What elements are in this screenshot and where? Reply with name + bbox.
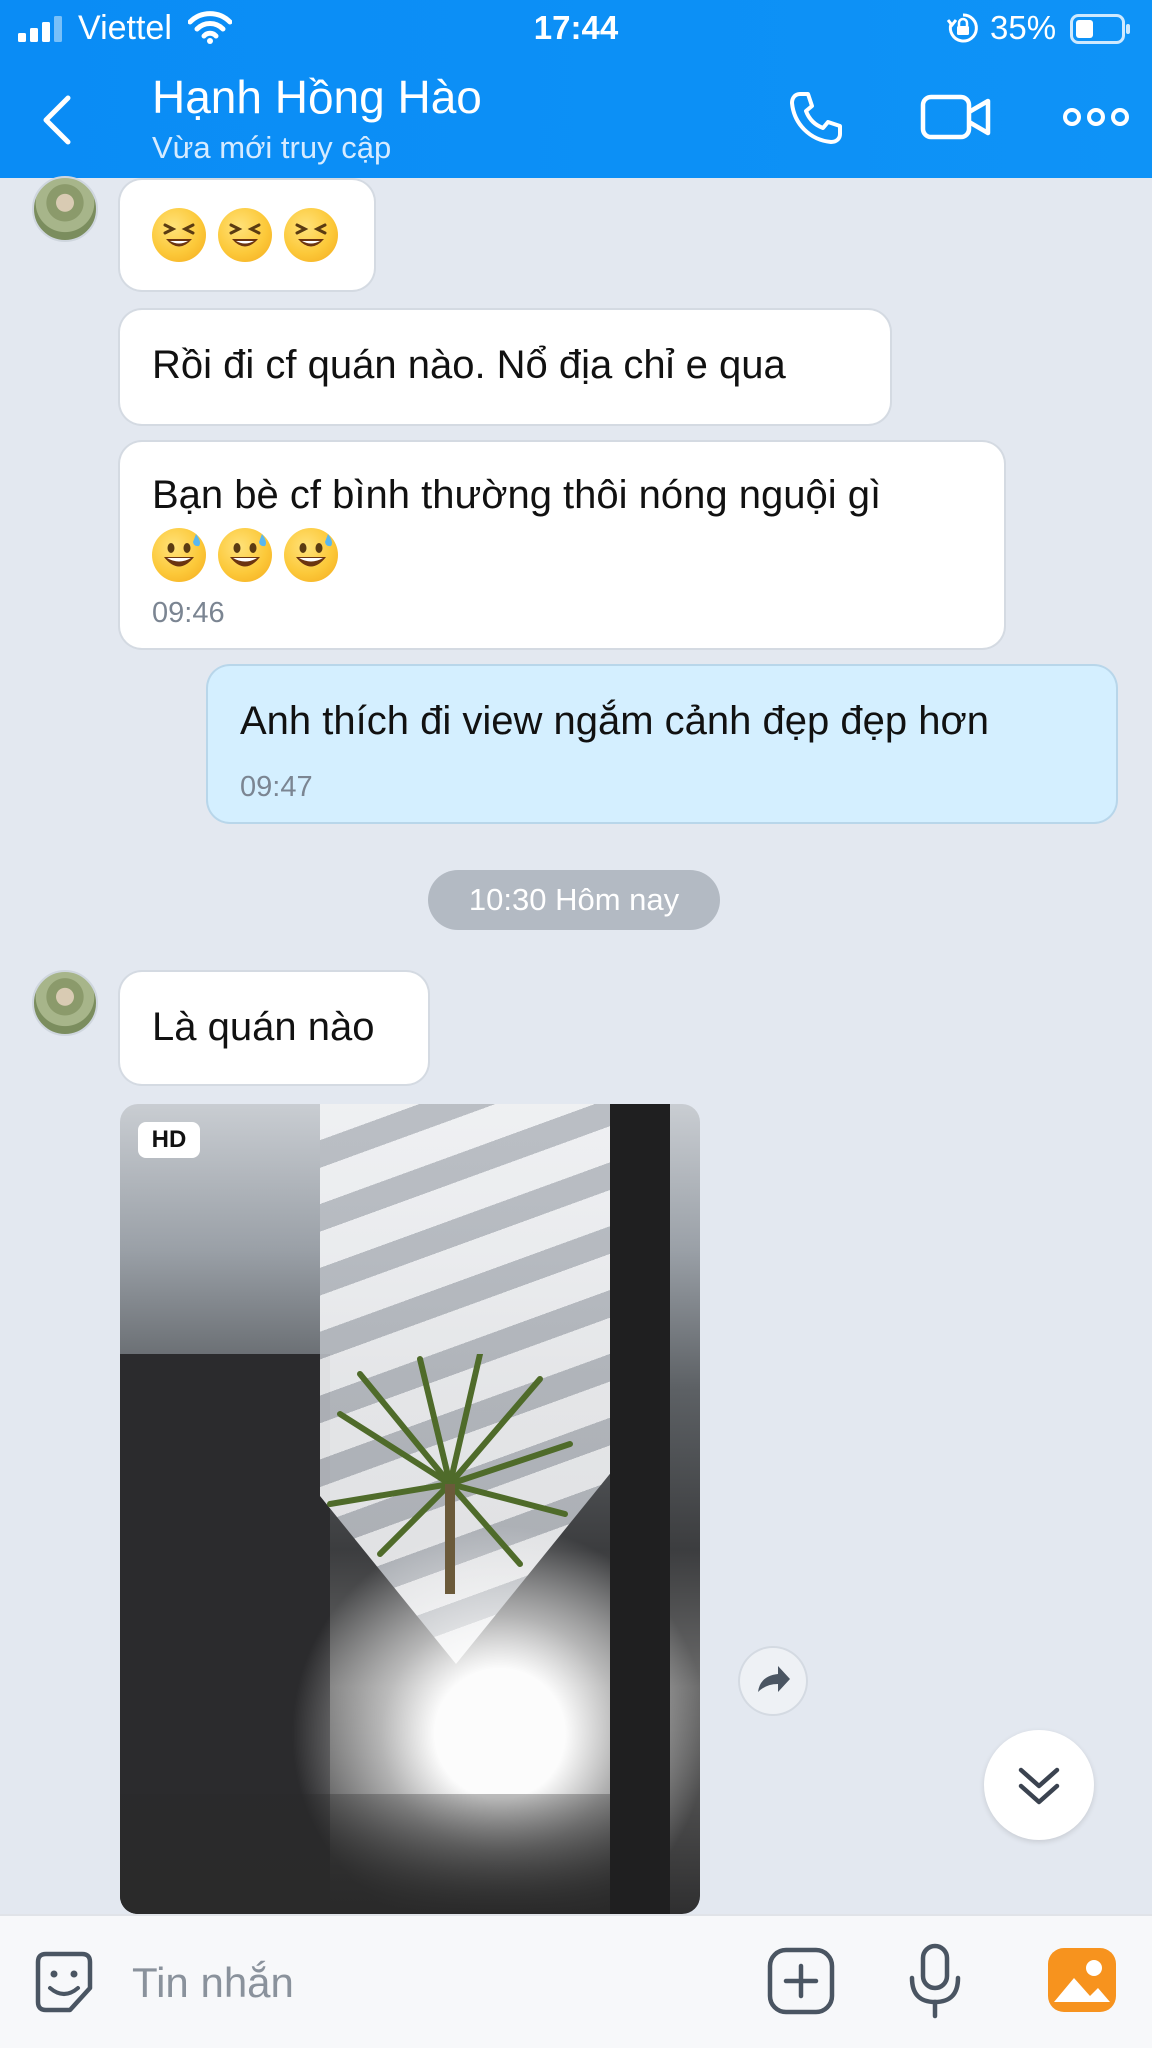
forward-button[interactable] xyxy=(740,1648,806,1714)
my-message-bubble[interactable]: Anh thích đi view ngắm cảnh đẹp đẹp hơn … xyxy=(208,666,1116,822)
sticker-smiley-icon[interactable] xyxy=(30,1948,98,2016)
photo-gallery-icon[interactable] xyxy=(1046,1946,1118,2014)
grinning-sweat-emoji xyxy=(284,528,338,582)
grinning-sweat-emoji xyxy=(218,528,272,582)
back-arrow-icon[interactable] xyxy=(38,92,78,148)
message-bubble[interactable] xyxy=(120,180,374,290)
battery-icon xyxy=(1070,14,1130,44)
add-attachment-icon[interactable] xyxy=(766,1946,836,2016)
contact-avatar[interactable] xyxy=(32,176,98,242)
scroll-to-bottom-button[interactable] xyxy=(984,1730,1094,1840)
video-call-icon[interactable] xyxy=(920,92,992,142)
date-separator: 10:30 Hôm nay xyxy=(428,870,720,930)
laughing-face-emoji xyxy=(284,208,338,262)
message-input[interactable] xyxy=(130,1946,734,2020)
message-timestamp: 09:47 xyxy=(240,771,313,803)
grinning-sweat-emoji xyxy=(152,528,206,582)
hd-badge: HD xyxy=(138,1122,200,1158)
message-timestamp: 09:46 xyxy=(152,597,225,629)
laughing-face-emoji xyxy=(152,208,206,262)
contact-online-status: Vừa mới truy cập xyxy=(152,130,392,165)
message-composer xyxy=(0,1914,1152,2048)
message-text: Rồi đi cf quán nào. Nổ địa chỉ e qua xyxy=(152,343,786,387)
battery-percent: 35% xyxy=(990,9,1057,46)
contact-avatar[interactable] xyxy=(32,970,98,1036)
message-bubble[interactable]: Rồi đi cf quán nào. Nổ địa chỉ e qua xyxy=(120,310,890,424)
message-text: Là quán nào xyxy=(152,1005,375,1049)
laughing-face-emoji xyxy=(218,208,272,262)
message-bubble[interactable]: Là quán nào xyxy=(120,972,428,1084)
chat-header: Viettel 17:44 35% Hạnh Hồng Hào Vừa mới … xyxy=(0,0,1152,178)
video-message-thumbnail[interactable]: HD xyxy=(120,1104,700,1914)
chat-screen: Viettel 17:44 35% Hạnh Hồng Hào Vừa mới … xyxy=(0,0,1152,2048)
share-arrow-icon xyxy=(758,1666,790,1692)
status-bar: Viettel 17:44 35% xyxy=(0,0,1152,56)
palm-tree-image xyxy=(327,1354,573,1594)
message-bubble[interactable]: Bạn bè cf bình thường thôi nóng nguội gì xyxy=(120,442,1004,648)
message-text: Bạn bè cf bình thường thôi nóng nguội gì xyxy=(152,473,882,517)
status-time: 17:44 xyxy=(533,9,619,46)
message-text: Anh thích đi view ngắm cảnh đẹp đẹp hơn xyxy=(240,699,989,743)
contact-name[interactable]: Hạnh Hồng Hào xyxy=(152,70,482,124)
phone-call-icon[interactable] xyxy=(786,88,846,148)
more-options-icon[interactable] xyxy=(1062,104,1130,130)
rotation-lock-icon xyxy=(947,13,978,43)
microphone-icon[interactable] xyxy=(902,1942,968,2020)
double-chevron-down-icon xyxy=(1018,1767,1060,1805)
